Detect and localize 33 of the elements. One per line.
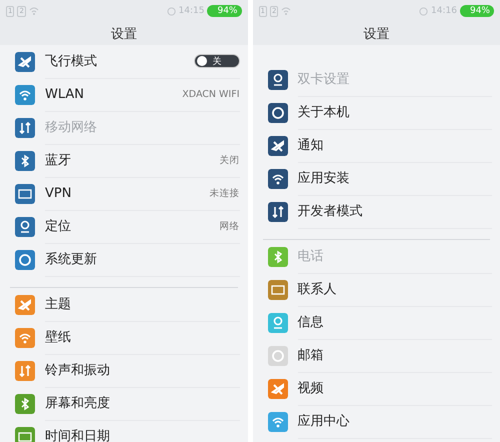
alarm-icon: [166, 6, 176, 16]
setting-value: 关闭: [220, 154, 240, 166]
setting-label[interactable]: 开发者模式: [298, 202, 492, 220]
screen-title: 设置: [0, 22, 248, 45]
battery-level: 94%: [207, 5, 242, 17]
setting-label[interactable]: 应用安装: [298, 169, 492, 187]
setting-label[interactable]: 视频: [298, 379, 492, 397]
setting-label[interactable]: 主题: [45, 295, 240, 313]
setting-label[interactable]: 铃声和振动: [45, 361, 240, 379]
screen-title: 设置: [252, 22, 500, 45]
setting-label[interactable]: 壁纸: [45, 328, 240, 346]
setting-label[interactable]: 时间和日期: [45, 427, 240, 442]
setting-label[interactable]: 关于本机: [298, 103, 492, 121]
setting-label[interactable]: VPN: [45, 186, 210, 200]
setting-label[interactable]: 信息: [298, 313, 492, 331]
setting-label[interactable]: 联系人: [298, 280, 492, 298]
setting-label[interactable]: 邮箱: [298, 346, 492, 364]
setting-value: 网络: [220, 220, 240, 232]
setting-label[interactable]: WLAN: [45, 86, 182, 102]
setting-value: 未连接: [210, 186, 240, 200]
battery-level: 94%: [460, 5, 494, 17]
setting-label[interactable]: 定位: [45, 217, 220, 235]
setting-label[interactable]: 通知: [298, 136, 492, 154]
setting-label[interactable]: 应用中心: [298, 412, 492, 430]
setting-label[interactable]: 系统更新: [45, 250, 240, 268]
alarm-icon: [419, 6, 428, 16]
setting-label[interactable]: 蓝牙: [45, 151, 220, 169]
setting-label[interactable]: 屏幕和亮度: [45, 394, 240, 412]
setting-value: XDACN WIFI: [182, 88, 240, 100]
wifi-icon: [28, 7, 39, 15]
setting-label[interactable]: 飞行模式: [45, 52, 194, 70]
wifi-icon: [281, 7, 292, 15]
toggle-switch[interactable]: 关: [194, 54, 240, 68]
